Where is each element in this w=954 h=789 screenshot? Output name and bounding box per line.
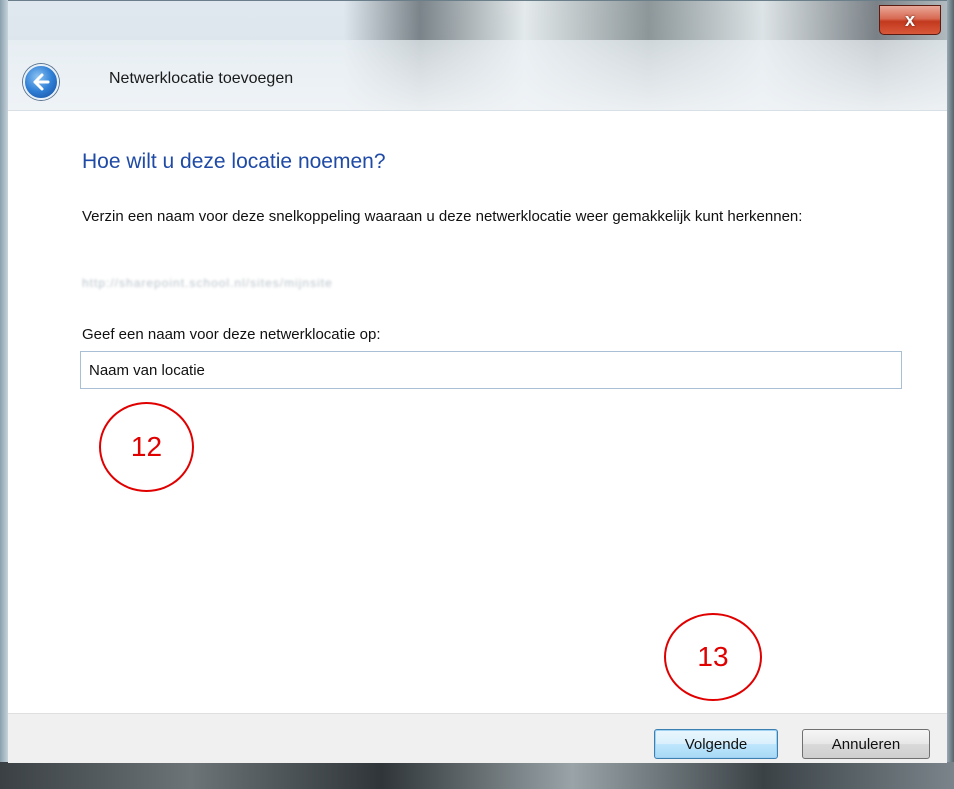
arrow-left-icon — [33, 73, 50, 91]
location-name-input[interactable] — [80, 351, 902, 389]
close-icon: x — [904, 9, 915, 30]
location-url: http://sharepoint.school.nl/sites/mijnsi… — [82, 276, 333, 290]
window-bottom-border — [0, 762, 954, 789]
location-name-label: Geef een naam voor deze netwerklocatie o… — [82, 326, 381, 343]
back-button[interactable] — [23, 64, 59, 100]
window-right-border — [947, 0, 954, 789]
window-title: Netwerklocatie toevoegen — [109, 70, 294, 87]
window-left-border — [0, 0, 8, 789]
annotation-step-12: 12 — [99, 402, 194, 492]
page-heading: Hoe wilt u deze locatie noemen? — [82, 150, 386, 173]
next-button[interactable]: Volgende — [654, 729, 778, 759]
cancel-button[interactable]: Annuleren — [802, 729, 930, 759]
close-button[interactable]: x — [879, 5, 941, 35]
page-description: Verzin een naam voor deze snelkoppeling … — [82, 208, 803, 225]
annotation-step-13: 13 — [664, 613, 762, 701]
